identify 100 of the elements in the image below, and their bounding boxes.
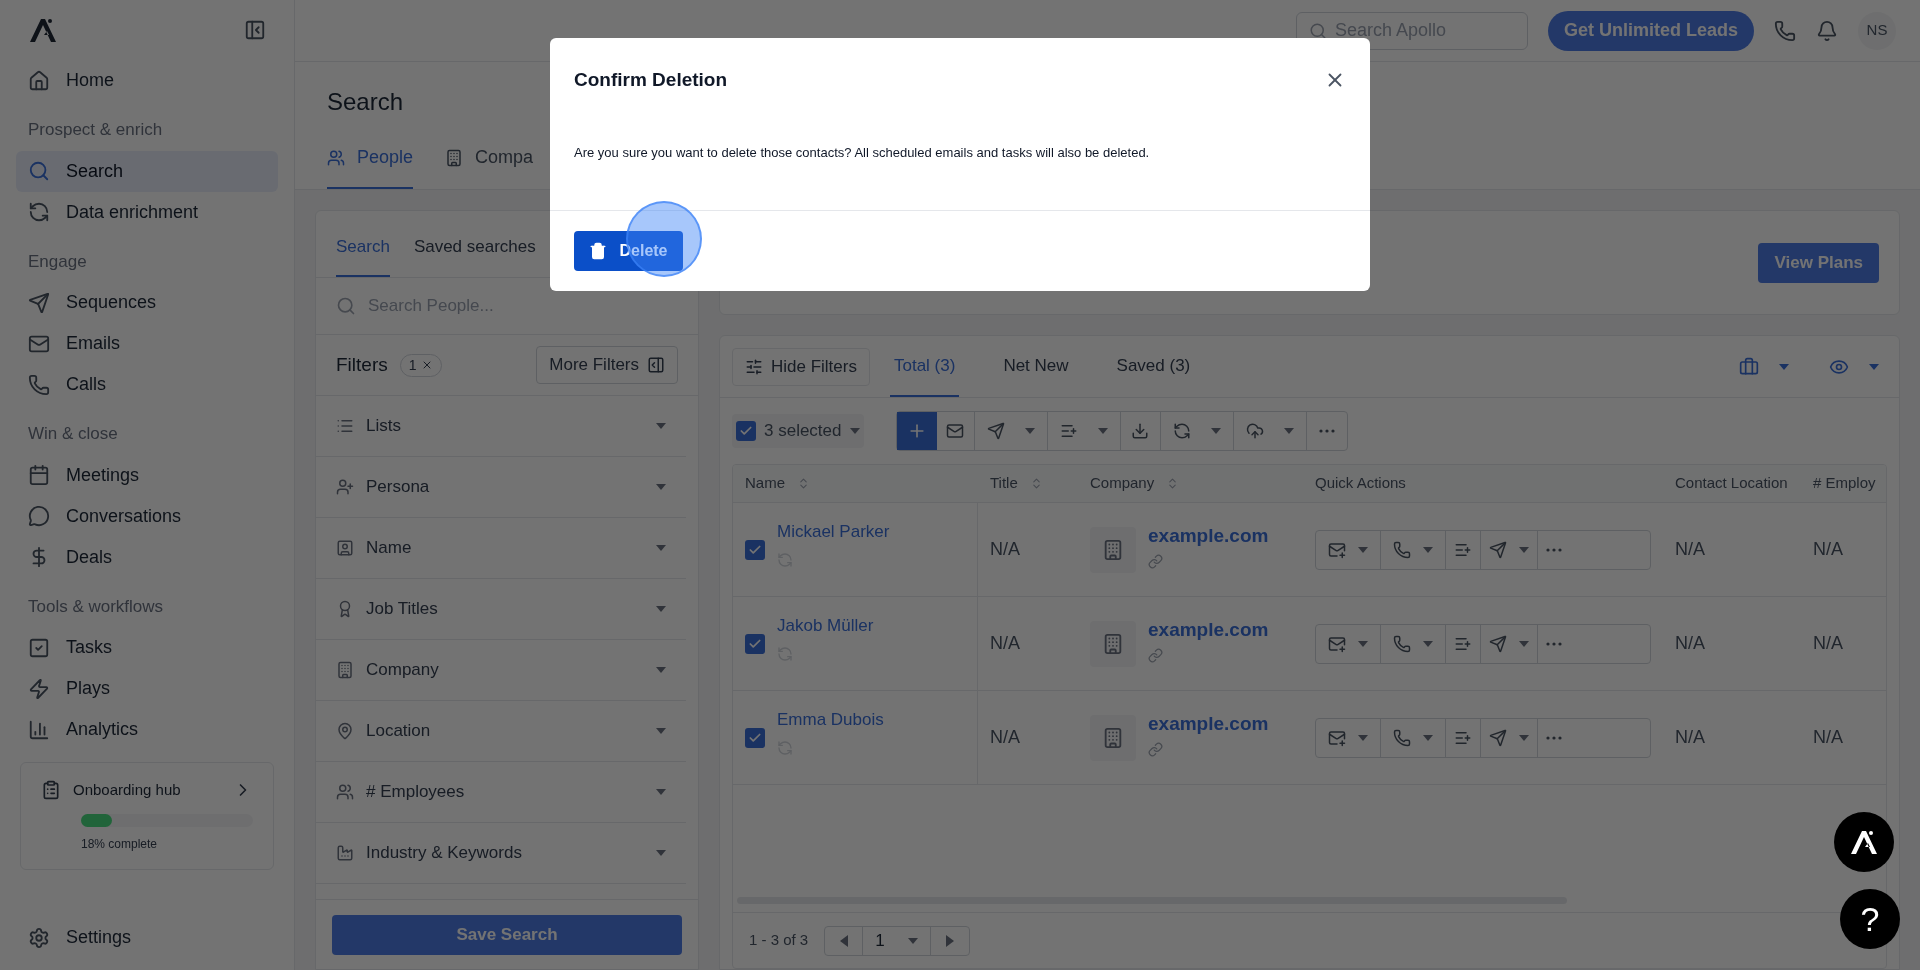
filter-row[interactable]: Company (316, 640, 686, 701)
results-tab[interactable]: Total (3) (889, 336, 960, 397)
add-button[interactable] (896, 412, 937, 450)
panel-tab[interactable]: Saved searches (413, 233, 536, 277)
nav-item[interactable]: Home (16, 60, 278, 101)
phone-icon (1393, 540, 1411, 559)
title-cell: N/A (990, 539, 1020, 559)
search-icon (336, 296, 356, 316)
filter-row[interactable]: Industry & Keywords (316, 823, 686, 884)
caret-icon (1210, 428, 1221, 434)
panel-tab[interactable]: Search (336, 233, 390, 277)
nav-item[interactable]: Calls (16, 364, 278, 405)
checkbox[interactable] (736, 421, 756, 441)
dialog-message: Are you sure you want to delete those contacts? All scheduled emails and tasks will also be deleted. (573, 143, 1151, 162)
briefcase-menu-button[interactable] (1739, 356, 1789, 377)
pagination-range: 1 - 3 of 3 (749, 930, 809, 951)
send-icon (986, 422, 1005, 440)
hide-filters-button[interactable]: Hide Filters (732, 347, 870, 386)
company-link[interactable]: example.com (1148, 615, 1269, 645)
send-icon (28, 291, 50, 314)
onboarding-card[interactable]: Onboarding hub 18% complete (20, 762, 274, 870)
link-icon[interactable] (1148, 554, 1163, 570)
nav-item[interactable]: Emails (16, 323, 278, 364)
nav-item[interactable]: Search (16, 150, 278, 192)
filter-row[interactable]: Job Titles (316, 579, 686, 640)
column-header[interactable]: # Employ (1801, 472, 1886, 495)
caret-icon (1423, 734, 1433, 741)
id-badge-icon (336, 539, 354, 557)
caret-icon (1097, 428, 1108, 434)
caret-icon (849, 428, 860, 434)
triangle-right-icon (946, 934, 955, 947)
caret-icon (1423, 546, 1433, 553)
more-icon (1546, 735, 1562, 740)
link-icon[interactable] (1148, 648, 1163, 664)
nav-item[interactable]: Settings (16, 917, 278, 958)
phone-icon[interactable] (1774, 19, 1796, 42)
more-filters-button[interactable]: More Filters (536, 346, 678, 384)
caret-icon (1358, 734, 1368, 741)
column-header[interactable]: Company (1078, 472, 1303, 495)
filter-row[interactable]: Location (316, 701, 686, 762)
company-link[interactable]: example.com (1148, 709, 1269, 739)
location-cell: N/A (1675, 633, 1705, 653)
checkbox[interactable] (745, 539, 765, 560)
notifications-icon[interactable] (1816, 19, 1838, 42)
employees-cell: N/A (1813, 727, 1843, 747)
filter-row[interactable]: Lists (316, 396, 686, 457)
results-tab[interactable]: Net New (999, 336, 1073, 397)
user-avatar[interactable]: NS (1858, 11, 1896, 50)
contact-name-link[interactable]: Mickael Parker (777, 518, 890, 545)
nav-item[interactable]: Tasks (16, 627, 278, 668)
bar-chart-icon (28, 718, 50, 741)
upgrade-button[interactable]: Get Unlimited Leads (1547, 10, 1754, 51)
nav-item[interactable]: Meetings (16, 454, 278, 496)
phone-icon (28, 373, 50, 396)
nav-item[interactable]: Conversations (16, 495, 278, 537)
column-header[interactable]: Quick Actions (1303, 472, 1663, 495)
column-header[interactable]: Contact Location (1663, 472, 1801, 495)
trash-icon (589, 242, 608, 260)
selection-dropdown[interactable]: 3 selected (732, 414, 864, 448)
more-icon (1318, 429, 1335, 433)
progress-label: 18% complete (81, 835, 159, 853)
checkbox-icon (28, 636, 50, 659)
building-icon (336, 661, 354, 679)
nav-item[interactable]: Sequences (16, 282, 278, 323)
nav-item[interactable]: Data enrichment (16, 191, 278, 233)
contact-name-link[interactable]: Emma Dubois (777, 706, 884, 733)
nav-item[interactable]: Deals (16, 536, 278, 578)
building-icon (1102, 538, 1124, 561)
search-icon (1308, 21, 1327, 40)
caret-icon (1519, 734, 1529, 741)
checkbox[interactable] (745, 727, 765, 748)
caret-icon (1024, 428, 1035, 434)
lightning-icon (28, 677, 50, 700)
results-tab[interactable]: Saved (3) (1112, 336, 1195, 397)
nav-item[interactable]: Plays (16, 668, 278, 709)
triangle-left-icon (839, 934, 848, 947)
filter-row[interactable]: Persona (316, 457, 686, 518)
column-header[interactable]: Title (978, 472, 1078, 495)
caret-icon (1519, 546, 1529, 553)
caret-icon (1519, 640, 1529, 647)
employees-cell: N/A (1813, 539, 1843, 559)
user-plus-icon (336, 478, 354, 496)
column-header[interactable]: Name (733, 472, 978, 495)
caret-icon (656, 667, 666, 673)
nav-item[interactable]: Analytics (16, 709, 278, 750)
nav-section-heading: Prospect & enrich (27, 119, 164, 141)
home-icon (28, 69, 50, 92)
view-plans-button[interactable]: View Plans (1758, 242, 1879, 283)
page-tab[interactable]: Compa (445, 144, 534, 189)
collapse-sidebar-icon[interactable] (244, 19, 266, 41)
filter-row[interactable]: Name (316, 518, 686, 579)
company-link[interactable]: example.com (1148, 521, 1269, 551)
checkbox[interactable] (745, 633, 765, 654)
delete-button[interactable]: Delete (574, 231, 683, 271)
save-search-button[interactable]: Save Search (332, 914, 682, 955)
filter-row[interactable]: # Employees (316, 762, 686, 823)
sort-icon (797, 477, 810, 490)
link-icon[interactable] (1148, 742, 1163, 758)
contact-name-link[interactable]: Jakob Müller (777, 612, 874, 639)
location-cell: N/A (1675, 539, 1705, 559)
